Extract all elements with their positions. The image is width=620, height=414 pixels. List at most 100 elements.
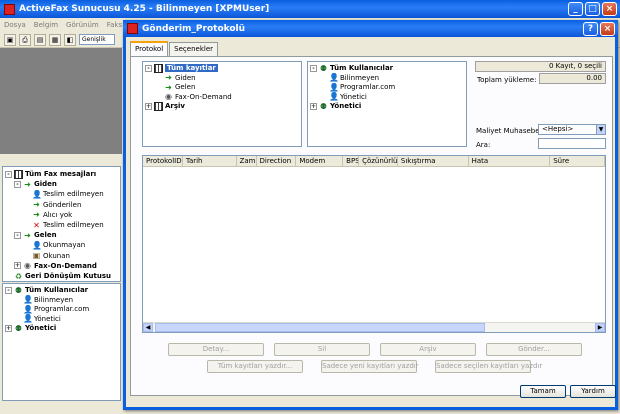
- tree-node[interactable]: + ⚉ Yönetici: [5, 323, 56, 333]
- col-bps[interactable]: BPS: [343, 156, 360, 167]
- tree-node-label: Okunmayan: [43, 241, 86, 250]
- col-hata[interactable]: Hata: [469, 156, 551, 167]
- person-icon: 👤: [32, 189, 42, 199]
- close-button[interactable]: ×: [602, 2, 617, 16]
- tree-node[interactable]: 👤 Teslim edilmeyen: [23, 189, 104, 199]
- tree-node[interactable]: - ➜ Gelen: [14, 230, 57, 240]
- scroll-thumb[interactable]: [155, 323, 485, 332]
- tree-node[interactable]: ♻ Geri Dönüşüm Kutusu: [5, 271, 111, 281]
- menu-dosya[interactable]: Dosya: [4, 21, 26, 29]
- tree-node[interactable]: 👤 Programlar.com: [14, 304, 89, 314]
- tree-node[interactable]: 👤 Programlar.com: [320, 82, 395, 92]
- print-icon[interactable]: ⎙: [19, 33, 31, 46]
- expand-icon[interactable]: +: [14, 262, 21, 270]
- total-load-value: 0.00: [539, 73, 606, 84]
- menu-belgim[interactable]: Belgim: [34, 21, 58, 29]
- print-new-button[interactable]: Sadece yeni kayıtları yazdır: [321, 360, 419, 373]
- tree-node[interactable]: - ⚉ Tüm Kullanıcılar: [310, 63, 393, 73]
- tree-node[interactable]: 👤 Yönetici: [320, 92, 367, 102]
- tree-node-label: Yönetici: [34, 314, 61, 323]
- expand-icon[interactable]: +: [145, 102, 152, 110]
- tree-node[interactable]: ➜ Alıcı yok: [23, 210, 72, 220]
- detail-button[interactable]: Detay...: [168, 343, 264, 356]
- record-category-tree[interactable]: - Tüm kayıtlar ➜ Giden ➜ Gelen ◉ Fax-On-Demand +…: [142, 61, 302, 147]
- collapse-icon[interactable]: -: [14, 180, 21, 188]
- preview-area: [0, 48, 122, 154]
- tree-node[interactable]: - Tüm Fax mesajları: [5, 169, 96, 179]
- table-icon: [154, 101, 163, 111]
- dialog-help-button[interactable]: ?: [583, 21, 598, 36]
- tree-node[interactable]: - Tüm kayıtlar: [145, 63, 218, 73]
- dialog-app-icon: [127, 23, 138, 34]
- col-sure[interactable]: Süre: [550, 156, 605, 167]
- tab-secenekler[interactable]: Seçenekler: [169, 42, 219, 56]
- expand-icon[interactable]: +: [310, 102, 317, 110]
- tree-node[interactable]: + Arşiv: [145, 101, 185, 111]
- tree-node[interactable]: 👤 Okunmayan: [23, 240, 85, 250]
- person-icon: 👤: [329, 92, 339, 101]
- tab-protokol[interactable]: Protokol: [130, 41, 169, 56]
- print-preview-icon[interactable]: ▤: [34, 33, 46, 46]
- table-icon: [14, 169, 23, 179]
- tree-node[interactable]: - ➜ Giden: [14, 179, 57, 189]
- tree-node[interactable]: + ⚉ Yönetici: [310, 101, 361, 111]
- tree-node[interactable]: - ⚉ Tüm Kullanıcılar: [5, 285, 88, 295]
- maximize-button[interactable]: □: [585, 2, 600, 16]
- tree-node-label: Teslim edilmeyen: [43, 190, 104, 199]
- scroll-left-icon[interactable]: ◀: [143, 323, 153, 332]
- collapse-icon[interactable]: -: [14, 231, 21, 239]
- col-modem[interactable]: Modem: [296, 156, 344, 167]
- minimize-button[interactable]: _: [568, 2, 583, 16]
- tree-node[interactable]: ➜ Gönderilen: [23, 200, 81, 210]
- tree-node-label: Bilinmeyen: [34, 295, 74, 304]
- tree-node[interactable]: ➜ Gelen: [155, 82, 195, 92]
- delete-button[interactable]: Sil: [274, 343, 370, 356]
- tree-node[interactable]: ▣ Okunan: [23, 251, 70, 261]
- tree-node[interactable]: 👤 Yönetici: [14, 314, 61, 324]
- help-button[interactable]: Yardım: [570, 385, 616, 398]
- properties-icon[interactable]: ▦: [49, 33, 61, 46]
- dialog-close-button[interactable]: ×: [600, 21, 615, 36]
- archive-button[interactable]: Arşiv: [380, 343, 476, 356]
- activefax-app-icon: [4, 3, 15, 15]
- ok-button[interactable]: Tamam: [520, 385, 566, 398]
- expand-icon[interactable]: +: [5, 324, 12, 332]
- protocol-table-header: ProtokolID \ Tarih Zama Direction Modem …: [143, 156, 605, 167]
- tree-node[interactable]: 👤 Bilinmeyen: [14, 295, 73, 305]
- total-load-label: Toplam yükleme:: [477, 76, 537, 84]
- collapse-icon[interactable]: -: [310, 64, 317, 72]
- chevron-down-icon[interactable]: ▼: [596, 125, 605, 134]
- tree-node-label: Programlar.com: [34, 305, 90, 313]
- collapse-icon[interactable]: -: [5, 170, 12, 178]
- send-button[interactable]: Gönder...: [486, 343, 582, 356]
- protocol-table[interactable]: ProtokolID \ Tarih Zama Direction Modem …: [142, 155, 606, 333]
- horizontal-scrollbar[interactable]: ◀ ▶: [143, 322, 605, 332]
- dialog-user-tree[interactable]: - ⚉ Tüm Kullanıcılar 👤 Bilinmeyen 👤 Programlar…: [307, 61, 467, 147]
- save-icon[interactable]: ▣: [4, 33, 16, 46]
- cost-accounting-select[interactable]: <Hepsi> ▼: [538, 124, 606, 135]
- search-input[interactable]: [538, 138, 606, 149]
- col-sikistirma[interactable]: Sıkıştırma: [398, 156, 469, 167]
- print-selected-button[interactable]: Sadece seçilen kayıtları yazdır: [435, 360, 542, 373]
- scroll-right-icon[interactable]: ▶: [595, 323, 605, 332]
- users-icon: ⚉: [319, 63, 328, 73]
- dialog-tabs: Protokol Seçenekler: [130, 41, 219, 56]
- col-zaman[interactable]: Zama: [237, 156, 257, 167]
- tree-node[interactable]: ➜ Giden: [155, 73, 195, 83]
- tree-node-label: Alıcı yok: [43, 210, 73, 219]
- print-all-button[interactable]: Tüm kayıtları yazdır...: [207, 360, 303, 373]
- tree-node[interactable]: + ◉ Fax-On-Demand: [14, 261, 97, 271]
- col-cozunurluk[interactable]: Çözünürlük: [359, 156, 398, 167]
- col-tarih[interactable]: Tarih: [183, 156, 237, 167]
- collapse-icon[interactable]: -: [145, 64, 152, 72]
- tree-node[interactable]: ◉ Fax-On-Demand: [155, 92, 232, 102]
- width-combo[interactable]: Genişlik: [79, 34, 115, 45]
- tree-node-label: Tüm Kullanıcılar: [330, 64, 394, 72]
- view-icon[interactable]: ◧: [64, 33, 76, 46]
- col-protokol-id[interactable]: ProtokolID \: [143, 156, 183, 167]
- tree-node[interactable]: ✕ Teslim edilmeyen: [23, 220, 103, 230]
- tree-node[interactable]: 👤 Bilinmeyen: [320, 73, 379, 83]
- col-direction[interactable]: Direction: [257, 156, 297, 167]
- collapse-icon[interactable]: -: [5, 286, 12, 294]
- menu-gorunum[interactable]: Görünüm: [66, 21, 99, 29]
